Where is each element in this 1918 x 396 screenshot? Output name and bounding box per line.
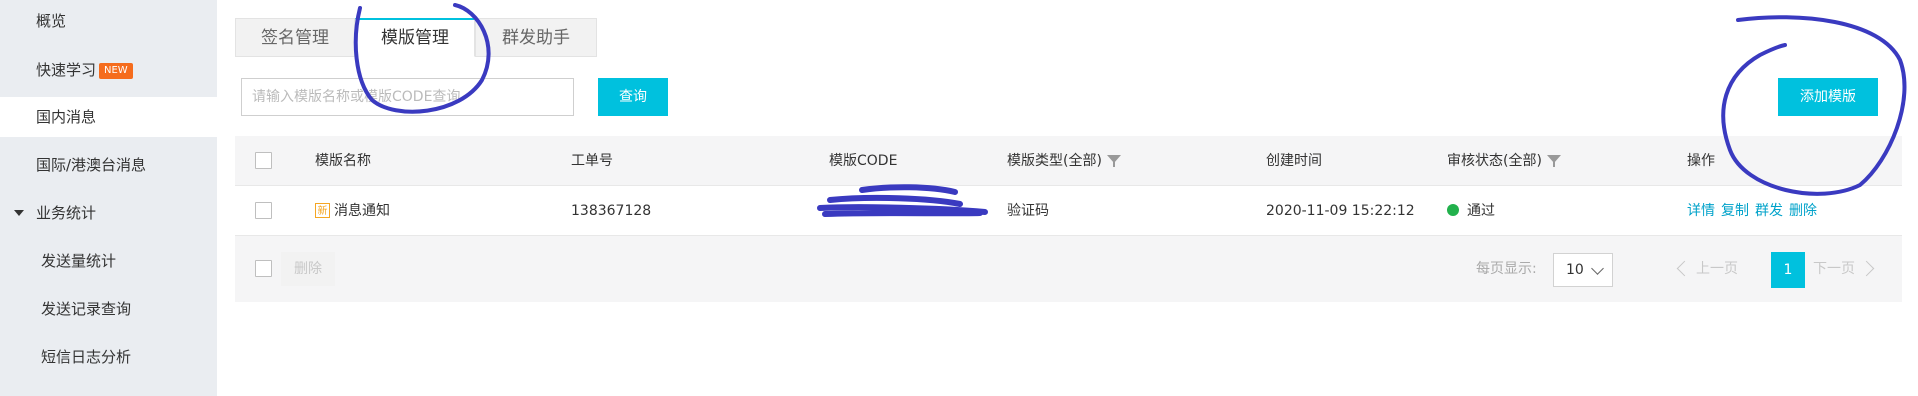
sidebar: 概览 快速学习 NEW 国内消息 国际/港澳台消息 业务统计 发送量统计 发送记… — [0, 0, 217, 396]
next-page-button[interactable]: 下一页 — [1813, 236, 1875, 302]
sidebar-item-label: 快速学习 — [36, 61, 97, 79]
operations-cell: 详情 复制 群发 删除 — [1687, 186, 1823, 236]
sidebar-item-label: 短信日志分析 — [41, 348, 132, 366]
sidebar-item-send-record-query[interactable]: 发送记录查询 — [0, 289, 217, 329]
tab-label: 模版管理 — [381, 28, 449, 48]
sidebar-item-label: 业务统计 — [36, 204, 97, 222]
next-page-label: 下一页 — [1813, 261, 1855, 277]
status-ok-icon — [1447, 204, 1459, 216]
header-order-no: 工单号 — [571, 153, 613, 169]
sidebar-item-sms-log-analysis[interactable]: 短信日志分析 — [0, 337, 217, 377]
header-created-time: 创建时间 — [1266, 153, 1322, 169]
sidebar-item-label: 发送记录查询 — [41, 300, 132, 318]
header-template-code: 模版CODE — [829, 153, 898, 169]
sidebar-item-send-volume-stats[interactable]: 发送量统计 — [0, 241, 217, 281]
current-page[interactable]: 1 — [1771, 252, 1805, 288]
chevron-right-icon — [1858, 260, 1875, 276]
template-name: 消息通知 — [334, 203, 390, 219]
prev-page-button[interactable]: 上一页 — [1676, 236, 1738, 302]
new-tag: 新 — [315, 202, 330, 218]
sidebar-item-business-stats[interactable]: 业务统计 — [0, 193, 217, 233]
header-template-type[interactable]: 模版类型(全部) — [1007, 136, 1121, 186]
tab-bulk-send-assistant[interactable]: 群发助手 — [475, 18, 597, 57]
sidebar-item-label: 发送量统计 — [41, 252, 117, 270]
per-page-select[interactable]: 10 — [1553, 253, 1613, 287]
tab-label: 签名管理 — [261, 28, 329, 48]
sidebar-item-quick-learn[interactable]: 快速学习 NEW — [0, 50, 217, 90]
search-input[interactable] — [241, 78, 574, 116]
chevron-down-icon — [1591, 262, 1604, 275]
prev-page-label: 上一页 — [1696, 261, 1738, 277]
tab-template-management[interactable]: 模版管理 — [355, 18, 475, 57]
sidebar-item-label: 概览 — [36, 12, 67, 30]
order-no-cell: 138367128 — [571, 203, 652, 219]
row-checkbox[interactable] — [255, 202, 272, 219]
delete-link[interactable]: 删除 — [1789, 203, 1817, 219]
details-link[interactable]: 详情 — [1687, 203, 1715, 219]
table-footer: 删除 每页显示: 10 上一页 1 下一页 — [235, 236, 1902, 302]
table-header: 模版名称 工单号 模版CODE 模版类型(全部) 创建时间 审核状态(全部) 操… — [235, 136, 1902, 186]
caret-down-icon — [14, 210, 24, 216]
table-row: 新消息通知 138367128 验证码 2020-11-09 15:22:12 … — [235, 186, 1902, 236]
template-name-cell: 新消息通知 — [315, 186, 390, 236]
header-operations: 操作 — [1687, 153, 1715, 169]
chevron-left-icon — [1676, 260, 1693, 276]
header-review-status[interactable]: 审核状态(全部) — [1447, 136, 1561, 186]
batch-delete-button[interactable]: 删除 — [281, 252, 335, 286]
status-text: 通过 — [1467, 203, 1495, 219]
sidebar-item-label: 国内消息 — [36, 108, 97, 126]
query-button[interactable]: 查询 — [598, 78, 668, 116]
header-label: 审核状态(全部) — [1447, 153, 1542, 169]
header-template-name: 模版名称 — [315, 153, 371, 169]
new-badge: NEW — [99, 63, 133, 79]
sidebar-item-domestic-messages[interactable]: 国内消息 — [0, 97, 217, 137]
per-page-label: 每页显示: — [1476, 261, 1537, 277]
template-type-cell: 验证码 — [1007, 203, 1049, 219]
select-all-checkbox[interactable] — [255, 152, 272, 169]
bulk-send-link[interactable]: 群发 — [1755, 203, 1783, 219]
tab-signature-management[interactable]: 签名管理 — [235, 18, 355, 57]
filter-icon[interactable] — [1106, 155, 1121, 167]
review-status-cell: 通过 — [1447, 186, 1495, 236]
per-page-value: 10 — [1566, 262, 1584, 278]
copy-link[interactable]: 复制 — [1721, 203, 1749, 219]
filter-icon[interactable] — [1546, 155, 1561, 167]
sidebar-item-label: 国际/港澳台消息 — [36, 156, 147, 174]
created-time-cell: 2020-11-09 15:22:12 — [1266, 203, 1415, 219]
sidebar-item-international-messages[interactable]: 国际/港澳台消息 — [0, 145, 217, 185]
add-template-button[interactable]: 添加模版 — [1778, 78, 1878, 116]
sidebar-item-overview[interactable]: 概览 — [0, 1, 217, 41]
tab-label: 群发助手 — [502, 28, 570, 48]
footer-select-all-checkbox[interactable] — [255, 260, 272, 277]
header-label: 模版类型(全部) — [1007, 153, 1102, 169]
